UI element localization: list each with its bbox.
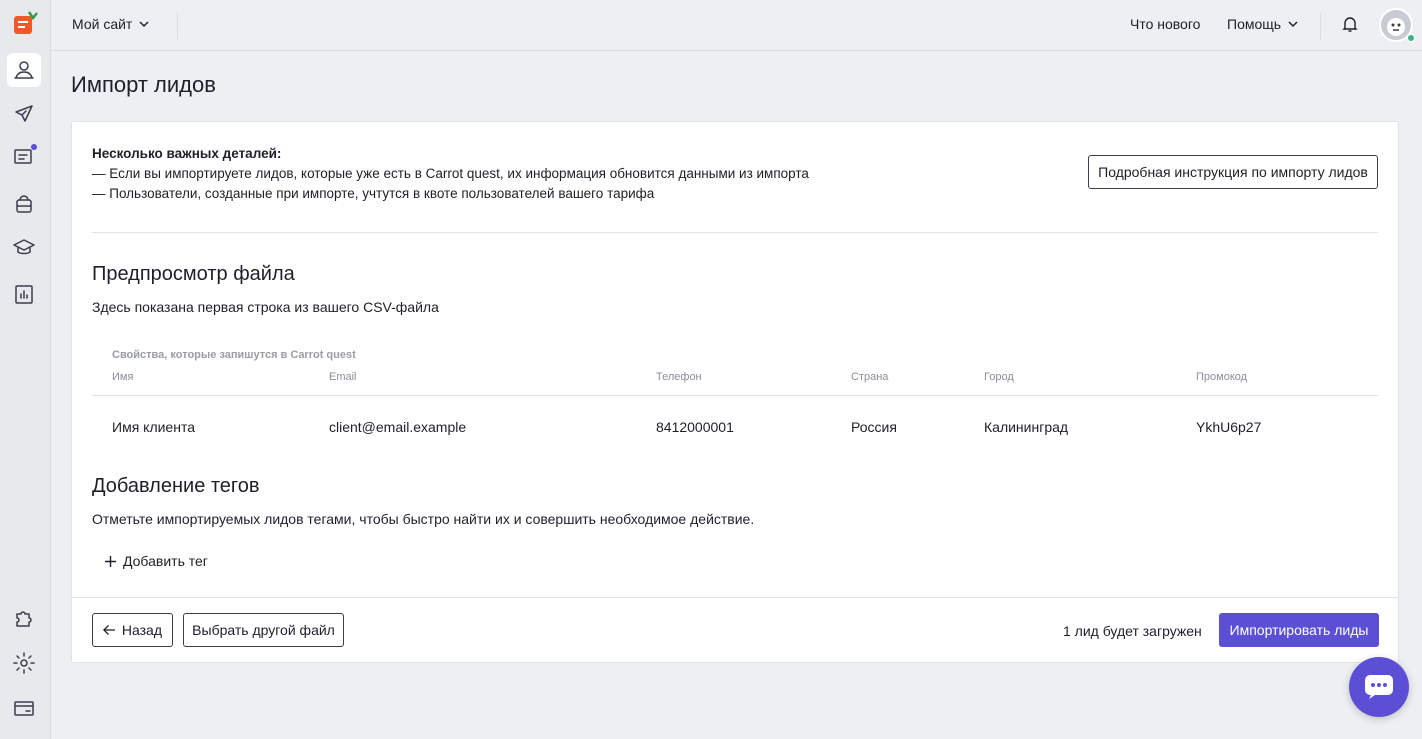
divider [92,232,1378,233]
billing-card-icon [14,701,34,716]
notes-line: — Если вы импортируете лидов, которые уж… [92,166,809,181]
important-notes: Несколько важных деталей: — Если вы импо… [92,144,809,204]
sidebar-item-settings[interactable] [7,646,41,680]
column-header: Email [329,371,357,383]
choose-another-file-button[interactable]: Выбрать другой файл [183,613,344,647]
analytics-icon [15,285,33,304]
table-cell: Калининград [984,419,1069,435]
import-card: Несколько важных деталей: — Если вы импо… [71,121,1399,663]
chevron-down-icon [1288,21,1298,28]
divider [1320,13,1321,39]
tags-subtitle: Отметьте импортируемых лидов тегами, что… [92,511,755,527]
import-leads-button[interactable]: Импортировать лиды [1219,613,1379,647]
site-selector[interactable]: Мой сайт [72,16,150,32]
add-tag-button[interactable]: Добавить тег [104,553,208,569]
bot-icon [16,195,32,213]
users-icon [14,61,34,79]
preview-subtitle: Здесь показана первая строка из вашего C… [92,299,439,315]
arrow-left-icon [103,624,115,636]
sidebar-item-conversations[interactable] [7,140,41,174]
plus-icon [105,555,116,567]
rocket-icon [15,105,33,122]
column-header: Город [984,371,1014,383]
table-cell: client@email.example [329,419,467,435]
sidebar [0,0,51,739]
notification-dot [31,144,37,150]
column-header: Страна [851,371,889,383]
sidebar-item-campaigns[interactable] [7,97,41,131]
tags-title: Добавление тегов [92,475,260,497]
gear-icon [13,652,35,674]
column-header: Имя [112,371,134,383]
chat-widget-button[interactable] [1349,657,1409,717]
table-cell: Россия [851,419,897,435]
column-header: Телефон [656,371,702,383]
puzzle-icon [16,611,32,627]
help-menu[interactable]: Помощь [1227,16,1299,32]
import-count-status: 1 лид будет загружен [1063,623,1202,639]
sidebar-item-analytics[interactable] [7,277,41,311]
sidebar-item-leads[interactable] [7,53,41,87]
graduation-cap-icon [13,239,35,255]
back-button[interactable]: Назад [92,613,173,647]
divider [72,597,1398,598]
preview-title: Предпросмотр файла [92,263,295,285]
carrot-quest-logo-icon[interactable] [12,10,40,38]
column-header: Промокод [1196,371,1248,383]
bell-icon[interactable] [1341,15,1359,33]
divider [177,13,178,39]
site-selector-label: Мой сайт [72,16,133,32]
chevron-down-icon [139,21,149,28]
back-button-label: Назад [121,622,162,638]
whats-new-link[interactable]: Что нового [1130,16,1200,32]
table-divider [92,395,1378,396]
table-cell: YkhU6p27 [1196,419,1262,435]
online-status-dot [1407,34,1415,42]
notes-line: — Пользователи, созданные при импорте, у… [92,186,655,201]
table-cell: 8412000001 [656,419,734,435]
sidebar-item-academy[interactable] [7,231,41,265]
sidebar-item-billing[interactable] [7,691,41,725]
chat-bubble-icon [1365,675,1393,699]
topbar: Мой сайт Что нового Помощь [51,0,1422,51]
properties-caption: Свойства, которые запишутся в Carrot que… [112,349,356,361]
sidebar-item-integrations[interactable] [7,601,41,635]
table-cell: Имя клиента [112,419,195,435]
sidebar-item-bots[interactable] [7,187,41,221]
notes-title: Несколько важных деталей: [92,146,282,161]
import-instruction-button[interactable]: Подробная инструкция по импорту лидов [1088,155,1378,189]
help-menu-label: Помощь [1227,16,1282,32]
add-tag-label: Добавить тег [123,553,208,569]
page-title: Импорт лидов [71,72,216,97]
